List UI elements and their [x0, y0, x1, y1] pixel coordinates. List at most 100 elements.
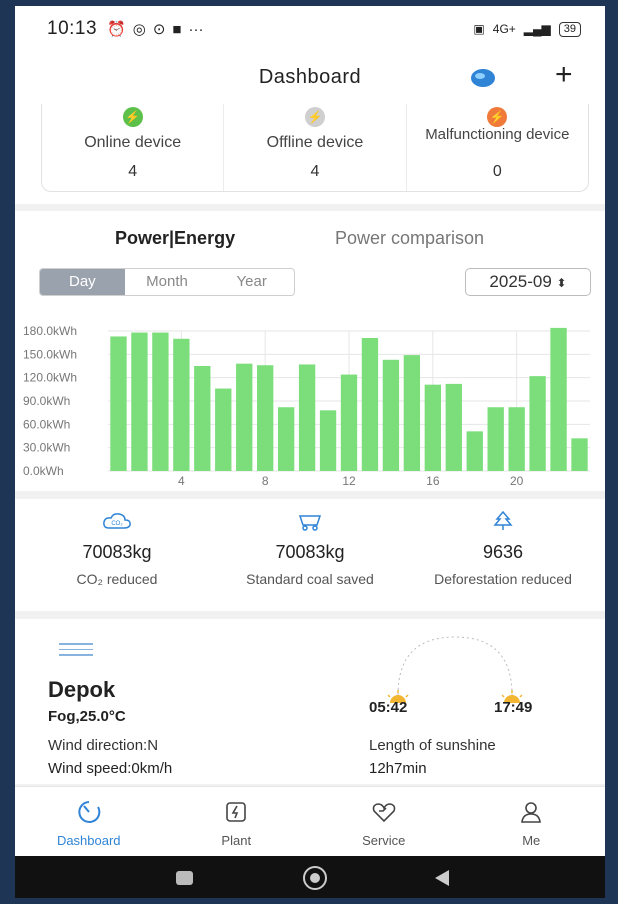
y-tick-label: 180.0kWh: [23, 324, 77, 338]
tab-power-energy[interactable]: Power|Energy: [115, 228, 235, 249]
device-malfunctioning[interactable]: ⚡ Malfunctioning device 0: [407, 104, 588, 191]
wind-speed: Wind speed:0km/h: [48, 760, 173, 777]
service-icon: [372, 803, 396, 823]
square-notification-icon: ■: [172, 20, 182, 38]
device-status-card: ⚡ Online device 4 ⚡ Offline device 4 ⚡ M…: [41, 104, 589, 192]
device-status-panel: ⚡ Online device 4 ⚡ Offline device 4 ⚡ M…: [15, 104, 605, 204]
device-offline[interactable]: ⚡ Offline device 4: [224, 104, 407, 191]
env-value: 9636: [482, 542, 524, 562]
app-notification-icon: ⊙: [152, 21, 166, 38]
chart-bar: [550, 327, 567, 471]
chart-bar: [487, 407, 504, 471]
alarm-icon: ⏰: [107, 21, 126, 38]
tree-icon: [493, 511, 513, 530]
x-tick-label: 20: [510, 474, 524, 488]
wind-direction: Wind direction:N: [48, 737, 159, 754]
y-tick-label: 60.0kWh: [23, 417, 70, 431]
chart-bar: [236, 363, 253, 471]
coal-cart-icon: [298, 515, 322, 531]
env-label: Deforestation reduced: [434, 571, 572, 587]
chart-bar: [257, 365, 274, 471]
device-label: Online device: [84, 134, 182, 151]
chart-bar: [173, 338, 190, 471]
co2-cloud-icon: CO₂: [103, 513, 131, 529]
sunrise-time: 05:42: [369, 699, 408, 716]
sunshine-label: Length of sunshine: [369, 737, 496, 754]
period-year[interactable]: Year: [209, 269, 294, 295]
recents-button[interactable]: [176, 871, 193, 885]
svg-text:CO₂: CO₂: [111, 521, 123, 527]
chart-bar: [194, 366, 211, 471]
energy-bar-chart: 0.0kWh 30.0kWh 60.0kWh 90.0kWh 120.0kWh 150.0…: [23, 324, 590, 488]
y-tick-label: 90.0kWh: [23, 394, 70, 408]
nav-label: Me: [522, 833, 541, 848]
nav-label: Service: [362, 833, 406, 848]
period-selector: Day Month Year: [39, 268, 295, 296]
volte-icon: ▣: [473, 22, 485, 36]
env-label: CO₂ reduced: [76, 571, 158, 587]
nav-me[interactable]: Me: [458, 787, 606, 856]
status-bar: 10:13 ⏰ ◎ ⊙ ■ ··· ▣ 4G+ ▂▄▆ 39: [15, 6, 605, 52]
nav-label: Plant: [221, 833, 252, 848]
device-count: 0: [492, 163, 502, 180]
whatsapp-icon: ◎: [132, 21, 146, 38]
home-button[interactable]: [303, 866, 327, 890]
status-right: ▣ 4G+ ▂▄▆ 39: [473, 21, 581, 37]
device-count: 4: [310, 163, 320, 180]
chart-bar: [361, 338, 379, 471]
me-icon: [521, 802, 542, 823]
plant-icon: [226, 802, 247, 822]
bottom-nav: Dashboard Plant Service Me: [15, 786, 605, 856]
bolt-icon: ⚡: [487, 107, 508, 127]
energy-tabs: Power|Energy Power comparison: [15, 223, 605, 253]
device-online[interactable]: ⚡ Online device 4: [42, 104, 225, 191]
device-count: 4: [128, 163, 138, 180]
chart-bar: [508, 407, 525, 471]
x-tick-label: 8: [262, 474, 269, 488]
system-nav-bar: [15, 856, 605, 898]
chart-bar: [152, 332, 169, 471]
chart-bar: [110, 336, 127, 471]
env-label: Standard coal saved: [246, 571, 374, 587]
page-title: Dashboard: [258, 66, 362, 88]
chart-bar: [424, 384, 441, 471]
weather-city: Depok: [48, 677, 116, 702]
nav-plant[interactable]: Plant: [163, 787, 311, 856]
status-notification-icons: ⏰ ◎ ⊙ ■ ···: [107, 20, 204, 39]
period-month[interactable]: Month: [125, 269, 210, 295]
date-value: 2025-09: [489, 272, 552, 291]
device-label: Offline device: [266, 134, 364, 151]
network-label: 4G+: [492, 22, 516, 36]
back-button[interactable]: [435, 870, 449, 886]
nav-dashboard[interactable]: Dashboard: [15, 787, 163, 856]
message-cloud-icon[interactable]: [470, 67, 496, 89]
energy-panel: Power|Energy Power comparison Day Month …: [15, 211, 605, 491]
chart-bar: [319, 410, 337, 471]
chart-bar: [215, 388, 232, 471]
x-tick-label: 4: [178, 474, 185, 488]
y-tick-label: 120.0kWh: [23, 371, 77, 385]
add-button[interactable]: +: [555, 60, 573, 90]
environment-panel: CO₂ 70083kg CO₂ reduced 70083kg Standard…: [15, 499, 605, 611]
sunset-time: 17:49: [494, 699, 533, 716]
signal-icon: ▂▄▆: [523, 22, 551, 36]
phone-screen: 10:13 ⏰ ◎ ⊙ ■ ··· ▣ 4G+ ▂▄▆ 39 Dashboard…: [15, 6, 605, 898]
tab-power-comparison[interactable]: Power comparison: [335, 228, 484, 249]
more-notifications-icon: ···: [188, 20, 204, 38]
nav-label: Dashboard: [56, 833, 121, 848]
nav-service[interactable]: Service: [310, 787, 458, 856]
updown-icon: ⬍: [556, 276, 567, 290]
chart-bar: [445, 383, 462, 471]
weather-menu-icon[interactable]: [59, 643, 93, 663]
dashboard-icon: [78, 801, 101, 823]
date-selector[interactable]: 2025-09 ⬍: [465, 268, 591, 296]
chart-bar: [298, 364, 316, 471]
weather-panel: Depok Fog,25.0°C Wind direction:N Wind s…: [15, 619, 605, 784]
y-tick-label: 0.0kWh: [23, 464, 64, 478]
y-tick-label: 150.0kWh: [23, 347, 77, 361]
chart-bar: [340, 374, 358, 471]
bolt-icon: ⚡: [122, 107, 143, 127]
period-day[interactable]: Day: [40, 269, 125, 295]
battery-level: 39: [558, 21, 581, 37]
env-value: 70083kg: [275, 542, 345, 562]
